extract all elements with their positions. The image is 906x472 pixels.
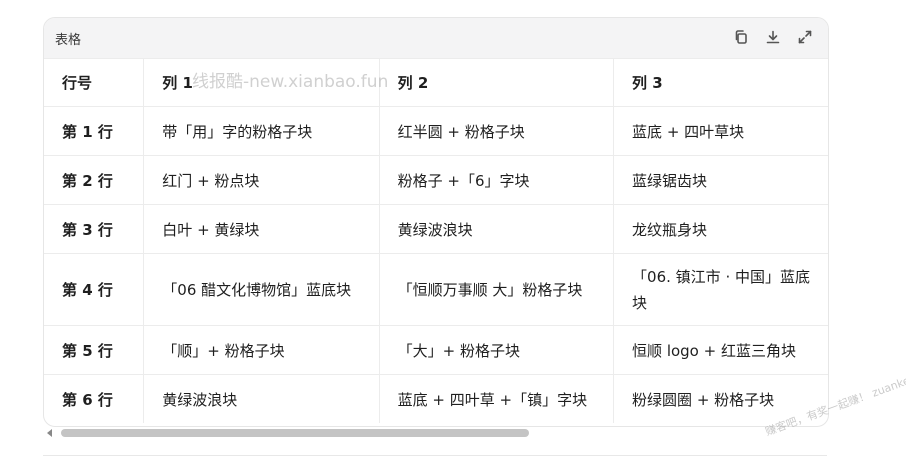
table-row: 第 3 行 白叶 + 黄绿块 黄绿波浪块 龙纹瓶身块	[44, 204, 828, 254]
table-row: 第 1 行 带「用」字的粉格子块 红半圆 + 粉格子块 蓝底 + 四叶草块	[44, 106, 828, 156]
table-cell: 粉格子 +「6」字块	[379, 155, 615, 205]
card-header: 表格	[44, 18, 828, 59]
table-cell: 蓝绿锯齿块	[613, 155, 828, 205]
table-cell: 带「用」字的粉格子块	[143, 106, 380, 156]
table-cell: 蓝底 + 四叶草块	[613, 106, 828, 156]
table-row: 第 2 行 红门 + 粉点块 粉格子 +「6」字块 蓝绿锯齿块	[44, 155, 828, 205]
table-cell: 「大」+ 粉格子块	[379, 325, 615, 375]
table-cell: 「06. 镇江市 · 中国」蓝底块	[613, 253, 828, 326]
row-label: 第 1 行	[44, 106, 145, 156]
table-cell: 龙纹瓶身块	[613, 204, 828, 254]
card-title: 表格	[55, 33, 82, 48]
table-cell: 红门 + 粉点块	[143, 155, 380, 205]
table-cell: 恒顺 logo + 红蓝三角块	[613, 325, 828, 375]
horizontal-scrollbar[interactable]	[43, 427, 827, 439]
table-cell: 红半圆 + 粉格子块	[379, 106, 615, 156]
divider	[43, 455, 827, 456]
table-cell: 「恒顺万事顺 大」粉格子块	[379, 253, 615, 326]
data-table: 行号 列 1 列 2 列 3 第 1 行 带「用」字的粉格子块 红半圆 + 粉格…	[44, 58, 828, 423]
table-row: 第 5 行 「顺」+ 粉格子块 「大」+ 粉格子块 恒顺 logo + 红蓝三角…	[44, 325, 828, 375]
table-card: 表格 行号 列 1 列 2 列 3 第 1 行 带「用」字的粉格子块 红半圆 +…	[43, 17, 829, 427]
header-cell-row-number: 行号	[44, 58, 145, 107]
row-label: 第 2 行	[44, 155, 145, 205]
row-label: 第 6 行	[44, 374, 145, 423]
table-row: 第 4 行 「06 醋文化博物馆」蓝底块 「恒顺万事顺 大」粉格子块 「06. …	[44, 253, 828, 326]
header-cell-col-3: 列 3	[613, 58, 828, 107]
copy-icon[interactable]	[732, 28, 750, 46]
row-label: 第 3 行	[44, 204, 145, 254]
table-row: 第 6 行 黄绿波浪块 蓝底 + 四叶草 +「镇」字块 粉绿圆圈 + 粉格子块	[44, 374, 828, 423]
download-icon[interactable]	[764, 28, 782, 46]
scroll-left-arrow-icon[interactable]	[47, 429, 52, 437]
table-cell: 粉绿圆圈 + 粉格子块	[632, 390, 775, 409]
table-cell: 「顺」+ 粉格子块	[143, 325, 380, 375]
table-cell: 白叶 + 黄绿块	[143, 204, 380, 254]
table-cell: 「06 醋文化博物馆」蓝底块	[143, 253, 380, 326]
table-header-row: 行号 列 1 列 2 列 3	[44, 58, 828, 107]
header-cell-col-1: 列 1	[143, 58, 380, 107]
header-actions	[732, 28, 814, 46]
row-label: 第 4 行	[44, 253, 145, 326]
row-label: 第 5 行	[44, 325, 145, 375]
scrollbar-thumb[interactable]	[61, 429, 529, 437]
table-cell: 黄绿波浪块	[143, 374, 380, 423]
table-cell: 蓝底 + 四叶草 +「镇」字块	[379, 374, 615, 423]
table-cell: 黄绿波浪块	[379, 204, 615, 254]
expand-icon[interactable]	[796, 28, 814, 46]
header-cell-col-2: 列 2	[379, 58, 615, 107]
